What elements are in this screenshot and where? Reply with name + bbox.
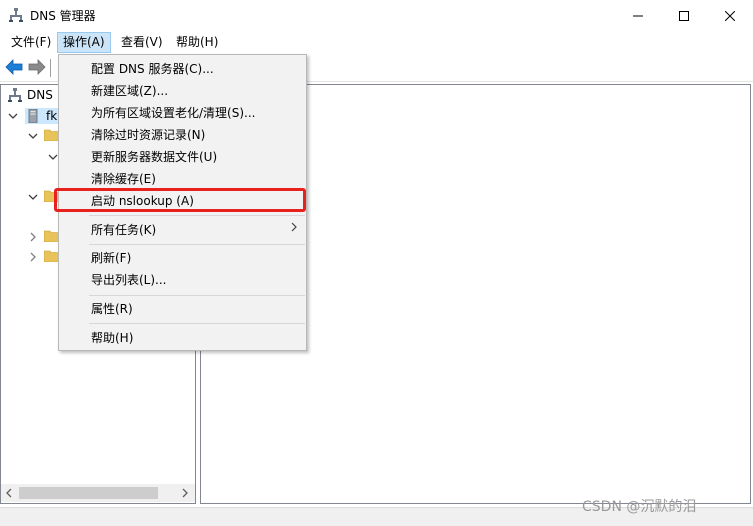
window-title: DNS 管理器 bbox=[30, 9, 96, 23]
chevron-down-icon[interactable] bbox=[8, 111, 18, 121]
close-icon bbox=[725, 10, 735, 21]
maximize-icon bbox=[679, 10, 689, 21]
menu-action[interactable]: 操作(A) bbox=[57, 32, 111, 53]
close-button[interactable] bbox=[707, 0, 753, 31]
menu-view[interactable]: 查看(V) bbox=[116, 33, 168, 52]
menu-file[interactable]: 文件(F) bbox=[6, 33, 56, 52]
menu-separator bbox=[89, 323, 305, 324]
chevron-right-icon[interactable] bbox=[28, 232, 38, 242]
title-bar: DNS 管理器 bbox=[0, 0, 753, 31]
chevron-down-icon[interactable] bbox=[28, 131, 38, 141]
horizontal-scrollbar[interactable] bbox=[1, 484, 195, 502]
menu-bar: 文件(F) 操作(A) 查看(V) 帮助(H) bbox=[0, 31, 753, 54]
menu-item-clear-cache[interactable]: 清除缓存(E) bbox=[91, 170, 156, 188]
menu-item-all-tasks[interactable]: 所有任务(K) bbox=[91, 221, 156, 239]
menu-separator bbox=[89, 295, 305, 296]
menu-item-configure-dns[interactable]: 配置 DNS 服务器(C)... bbox=[91, 60, 214, 78]
scroll-left-icon[interactable] bbox=[5, 488, 13, 498]
menu-help[interactable]: 帮助(H) bbox=[171, 33, 223, 52]
tree-item-server[interactable]: fk bbox=[46, 109, 57, 123]
menu-separator bbox=[89, 244, 305, 245]
dns-root-icon bbox=[8, 88, 22, 102]
dns-app-icon bbox=[9, 8, 23, 22]
chevron-down-icon[interactable] bbox=[48, 152, 58, 162]
menu-item-help[interactable]: 帮助(H) bbox=[91, 329, 133, 347]
menu-item-export-list[interactable]: 导出列表(L)... bbox=[91, 271, 167, 289]
minimize-button[interactable] bbox=[615, 0, 661, 31]
server-icon bbox=[28, 109, 38, 123]
toolbar-separator bbox=[50, 59, 51, 77]
menu-item-refresh[interactable]: 刷新(F) bbox=[91, 249, 131, 267]
tree-item-dns[interactable]: DNS bbox=[27, 88, 53, 102]
back-arrow-icon[interactable] bbox=[5, 59, 23, 75]
scrollbar-thumb[interactable] bbox=[19, 487, 158, 499]
chevron-down-icon[interactable] bbox=[28, 192, 38, 202]
scroll-right-icon[interactable] bbox=[181, 488, 189, 498]
highlight-annotation-box bbox=[54, 188, 306, 212]
menu-item-properties[interactable]: 属性(R) bbox=[91, 300, 133, 318]
menu-item-scavenge-records[interactable]: 清除过时资源记录(N) bbox=[91, 126, 205, 144]
submenu-arrow-icon bbox=[291, 222, 297, 232]
menu-separator bbox=[89, 215, 305, 216]
chevron-right-icon[interactable] bbox=[28, 252, 38, 262]
menu-item-update-data-files[interactable]: 更新服务器数据文件(U) bbox=[91, 148, 217, 166]
menu-item-new-zone[interactable]: 新建区域(Z)... bbox=[91, 82, 168, 100]
minimize-icon bbox=[633, 15, 643, 16]
maximize-button[interactable] bbox=[661, 0, 707, 31]
menu-item-set-aging[interactable]: 为所有区域设置老化/清理(S)... bbox=[91, 104, 255, 122]
watermark: CSDN @沉默的泪 bbox=[582, 499, 697, 515]
forward-arrow-icon[interactable] bbox=[28, 59, 46, 75]
